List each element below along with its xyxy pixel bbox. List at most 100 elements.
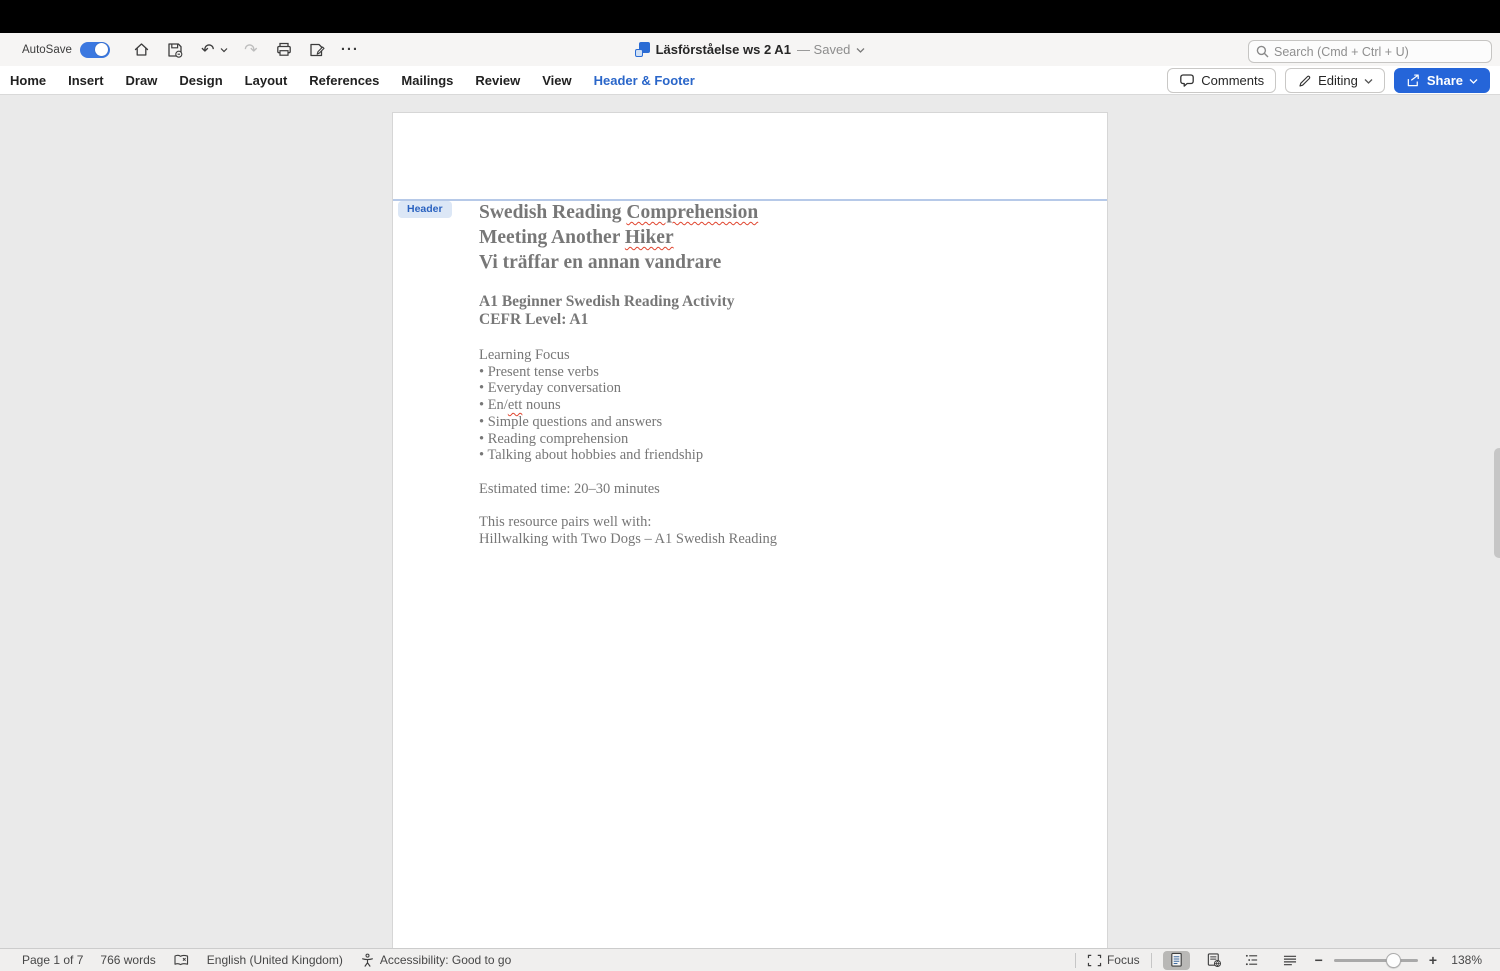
document-line: • Everyday conversation — [479, 380, 1079, 397]
text-segment: Estimated time: 20–30 minutes — [479, 480, 660, 497]
document-line: Learning Focus — [479, 347, 1079, 364]
document-content[interactable]: Swedish Reading Comprehension Meeting Ano… — [479, 200, 1079, 547]
text-segment: • Simple questions and answers — [479, 413, 663, 430]
comments-button[interactable]: Comments — [1167, 68, 1277, 93]
page-number-status[interactable]: Page 1 of 7 — [22, 953, 83, 967]
document-blank-line — [479, 276, 1079, 293]
document-line: This resource pairs well with: — [479, 514, 1079, 531]
text-segment: Learning Focus — [479, 347, 570, 364]
focus-mode-button[interactable]: Focus — [1087, 953, 1140, 967]
draft-view-icon — [1284, 955, 1297, 965]
web-layout-view-button[interactable] — [1201, 951, 1228, 970]
document-line: • En/ett nouns — [479, 397, 1079, 414]
share-icon — [1407, 74, 1419, 87]
share-button[interactable]: Share — [1393, 68, 1490, 93]
editing-label: Editing — [1318, 73, 1358, 88]
share-label: Share — [1426, 73, 1463, 88]
zoom-slider[interactable] — [1333, 952, 1418, 968]
comments-label: Comments — [1201, 73, 1265, 88]
text-segment: Swedish Reading — [479, 202, 627, 223]
tab-layout[interactable]: Layout — [245, 73, 288, 88]
redo-icon: ↷ — [244, 39, 258, 59]
tab-mailings[interactable]: Mailings — [401, 73, 453, 88]
text-segment: A1 Beginner Swedish Reading Activity — [479, 292, 735, 310]
vertical-scrollbar-thumb[interactable] — [1494, 448, 1500, 558]
tab-home[interactable]: Home — [10, 73, 46, 88]
autosave-toggle[interactable] — [79, 41, 110, 58]
document-blank-line — [479, 497, 1079, 514]
document-page[interactable]: Header Swedish Reading Comprehension Meet… — [392, 112, 1108, 948]
focus-icon — [1087, 954, 1102, 966]
print-icon[interactable] — [274, 40, 294, 60]
text-segment: • Reading comprehension — [479, 430, 629, 447]
outline-view-button[interactable] — [1239, 951, 1266, 970]
text-segment: This resource pairs well with: — [479, 514, 652, 531]
tab-view[interactable]: View — [542, 73, 571, 88]
tab-insert[interactable]: Insert — [68, 73, 103, 88]
zoom-slider-track — [1333, 958, 1418, 962]
search-icon — [1256, 45, 1269, 58]
document-line: • Talking about hobbies and friendship — [479, 447, 1079, 464]
document-line: Swedish Reading Comprehension — [479, 200, 1079, 225]
text-segment: Vi träffar en annan vandrare — [479, 252, 722, 274]
text-segment: • Present tense verbs — [479, 363, 599, 380]
editing-chevron-down-icon — [1364, 78, 1373, 84]
ribbon-tab-bar: Home Insert Draw Design Layout References Mail… — [0, 66, 1500, 95]
home-icon[interactable] — [132, 40, 152, 60]
accessibility-person-icon — [361, 953, 373, 967]
document-canvas: Header Swedish Reading Comprehension Meet… — [0, 95, 1500, 948]
word-application-window: AutoSave ↶ ↷ ··· Läsförståelse ws 2 A1 —… — [0, 0, 1500, 971]
text-segment: nouns — [522, 397, 561, 414]
document-blank-line — [479, 330, 1079, 347]
zoom-slider-thumb[interactable] — [1385, 952, 1401, 968]
tab-references[interactable]: References — [309, 73, 379, 88]
misspelled-word: ett — [507, 397, 523, 414]
search-input[interactable] — [1274, 44, 1474, 59]
zoom-in-button[interactable]: + — [1429, 952, 1437, 968]
more-commands-icon[interactable]: ··· — [340, 40, 360, 60]
editing-mode-button[interactable]: Editing — [1285, 68, 1385, 93]
zoom-out-button[interactable]: − — [1315, 952, 1323, 968]
draft-view-button[interactable] — [1277, 951, 1304, 970]
autosave-label: AutoSave — [22, 43, 72, 56]
misspelled-word: Comprehension — [626, 202, 759, 223]
document-line: • Reading comprehension — [479, 431, 1079, 448]
print-layout-view-button[interactable] — [1162, 950, 1190, 970]
outline-view-icon — [1246, 954, 1258, 966]
text-segment: Meeting Another — [479, 227, 625, 249]
comment-bubble-icon — [1180, 74, 1195, 87]
word-count-status[interactable]: 766 words — [100, 953, 155, 967]
tab-design[interactable]: Design — [179, 73, 222, 88]
search-box[interactable] — [1248, 40, 1492, 63]
document-line: A1 Beginner Swedish Reading Activity — [479, 293, 1079, 312]
misspelled-word: Hiker — [624, 227, 674, 249]
accessibility-status[interactable]: Accessibility: Good to go — [360, 953, 511, 968]
tab-draw[interactable]: Draw — [126, 73, 158, 88]
macos-menu-bar — [0, 0, 1500, 33]
tab-header-footer[interactable]: Header & Footer — [594, 73, 695, 88]
web-layout-icon — [1207, 953, 1222, 968]
header-region-tag: Header — [398, 201, 452, 218]
document-line: Hillwalking with Two Dogs – A1 Swedish R… — [479, 531, 1079, 548]
status-bar: Page 1 of 7 766 words English (United Ki… — [0, 948, 1500, 971]
document-line: Vi träffar en annan vandrare — [479, 250, 1079, 275]
statusbar-separator — [1150, 952, 1152, 968]
document-line: • Simple questions and answers — [479, 414, 1079, 431]
text-segment: Hillwalking with Two Dogs – A1 Swedish R… — [479, 530, 777, 547]
accessibility-label: Accessibility: Good to go — [379, 953, 512, 967]
language-status[interactable]: English (United Kingdom) — [207, 953, 343, 967]
zoom-percentage[interactable]: 138% — [1448, 953, 1482, 967]
statusbar-separator — [1074, 952, 1076, 968]
text-segment: • Talking about hobbies and friendship — [479, 447, 704, 464]
undo-icon[interactable]: ↶ — [198, 40, 218, 60]
text-segment: • En/ — [479, 397, 508, 414]
document-line: Meeting Another Hiker — [479, 225, 1079, 250]
tab-review[interactable]: Review — [475, 73, 520, 88]
proofing-errors-icon[interactable] — [173, 954, 190, 967]
save-as-icon[interactable] — [307, 40, 327, 60]
text-segment: CEFR Level: A1 — [479, 311, 589, 329]
document-blank-line — [479, 464, 1079, 481]
undo-dropdown-chevron-icon[interactable] — [220, 47, 228, 53]
save-icon[interactable] — [165, 40, 185, 60]
document-line: Estimated time: 20–30 minutes — [479, 481, 1079, 498]
